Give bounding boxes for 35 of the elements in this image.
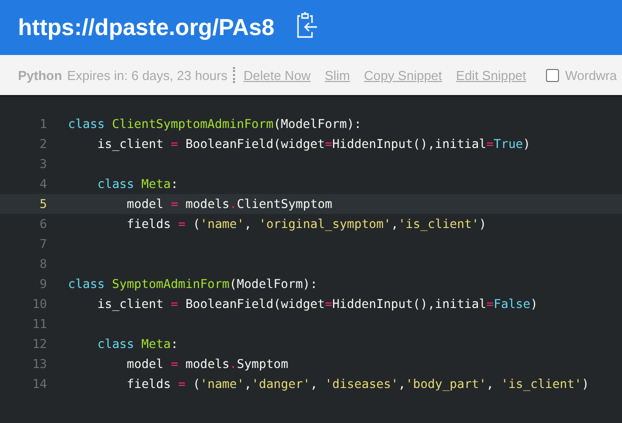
code-line: model = models.Symptom: [126, 357, 288, 371]
line-number: 3: [38, 157, 47, 171]
page-title: https://dpaste.org/PAs8: [18, 14, 274, 41]
line-number: 12: [31, 337, 47, 351]
code-line: class Meta:: [97, 337, 178, 351]
expiry-text: Expires in: 6 days, 23 hours: [67, 68, 228, 82]
line-number: 7: [38, 237, 47, 251]
wordwrap-label[interactable]: Wordwra: [565, 68, 617, 82]
line-number: 2: [38, 137, 47, 151]
line-number: 8: [38, 257, 47, 271]
code-line: fields = ('name','danger', 'diseases','body_part', 'is_client'): [126, 377, 590, 391]
toolbar-link[interactable]: Copy Snippet: [364, 68, 442, 82]
line-number: 13: [31, 357, 47, 371]
line-number: 5: [38, 197, 47, 211]
line-number: 6: [38, 217, 47, 231]
code-line: model = models.ClientSymptom: [126, 197, 332, 211]
code-line: fields = ('name', 'original_symptom','is_client'): [126, 217, 486, 231]
line-number: 4: [38, 177, 47, 191]
code-line: is_client = BooleanField(widget=HiddenInput(),initial=False): [97, 297, 538, 311]
toolbar-link[interactable]: Slim: [324, 68, 350, 82]
code-line: is_client = BooleanField(widget=HiddenInput(),initial=True): [97, 137, 530, 151]
code-line: class Meta:: [97, 177, 178, 191]
toolbar-link[interactable]: Delete Now: [243, 68, 311, 82]
toolbar-link[interactable]: Edit Snippet: [456, 68, 526, 82]
code-line: class SymptomAdminForm(ModelForm):: [68, 277, 318, 291]
language-label: Python: [18, 68, 62, 82]
separator-icon: [233, 67, 236, 83]
line-number: 11: [31, 317, 47, 331]
line-number: 14: [31, 377, 47, 391]
code-line: class ClientSymptomAdminForm(ModelForm):: [68, 117, 362, 131]
line-number: 9: [38, 277, 47, 291]
line-number: 1: [38, 117, 47, 131]
wordwrap-checkbox[interactable]: [546, 68, 560, 82]
clipboard-icon[interactable]: [296, 10, 318, 38]
line-number: 10: [31, 297, 47, 311]
